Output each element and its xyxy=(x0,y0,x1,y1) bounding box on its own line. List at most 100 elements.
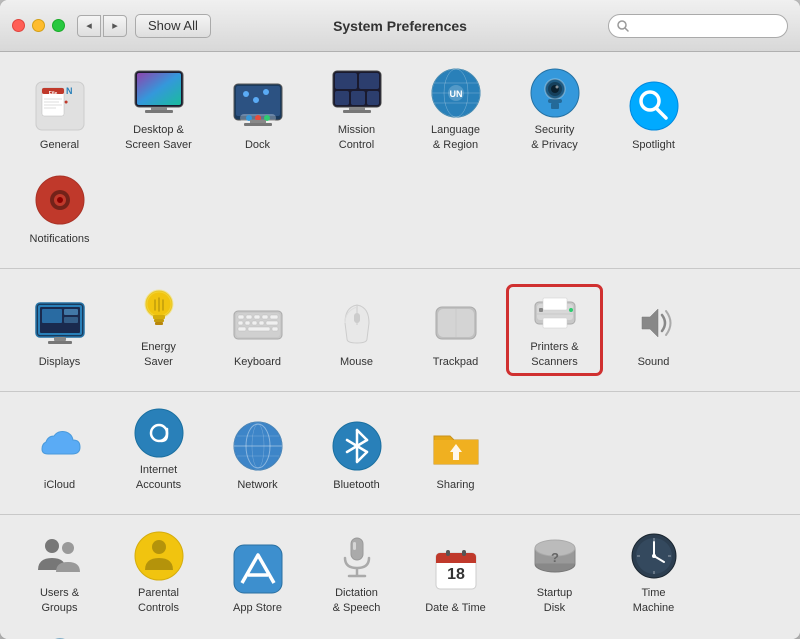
close-button[interactable] xyxy=(12,19,25,32)
pref-icon-security-privacy[interactable]: Security& Privacy xyxy=(507,68,602,158)
pref-icon-printers-scanners[interactable]: Printers &Scanners xyxy=(507,285,602,375)
printers-scanners-icon xyxy=(527,284,583,336)
mouse-label: Mouse xyxy=(340,355,373,369)
app-store-label: App Store xyxy=(233,601,282,615)
keyboard-label: Keyboard xyxy=(234,355,281,369)
users-groups-label: Users &Groups xyxy=(40,586,79,615)
pref-icon-network[interactable]: Network xyxy=(210,408,305,498)
desktop-screensaver-label: Desktop &Screen Saver xyxy=(125,123,192,152)
network-icon xyxy=(230,418,286,474)
sharing-label: Sharing xyxy=(437,478,475,492)
startup-disk-icon: ? xyxy=(527,530,583,582)
app-store-icon xyxy=(230,541,286,597)
minimize-button[interactable] xyxy=(32,19,45,32)
mission-control-icon xyxy=(329,67,385,119)
trackpad-label: Trackpad xyxy=(433,355,478,369)
nav-buttons: ◂ ▸ xyxy=(77,15,127,37)
startup-disk-label: StartupDisk xyxy=(537,586,572,615)
pref-icon-sharing[interactable]: Sharing xyxy=(408,408,503,498)
pref-icon-startup-disk[interactable]: ? StartupDisk xyxy=(507,531,602,621)
pref-icon-dictation-speech[interactable]: Dictation& Speech xyxy=(309,531,404,621)
pref-icon-displays[interactable]: Displays xyxy=(12,285,107,375)
window-title: System Preferences xyxy=(333,18,467,34)
back-button[interactable]: ◂ xyxy=(77,15,101,37)
pref-icon-parental-controls[interactable]: ParentalControls xyxy=(111,531,206,621)
icloud-icon xyxy=(32,418,88,474)
language-region-icon: UN xyxy=(428,67,484,119)
pref-icon-trackpad[interactable]: Trackpad xyxy=(408,285,503,375)
parental-controls-icon xyxy=(131,530,187,582)
svg-text:?: ? xyxy=(551,550,559,565)
pref-icon-mission-control[interactable]: MissionControl xyxy=(309,68,404,158)
pref-icon-notifications[interactable]: Notifications xyxy=(12,162,107,252)
forward-button[interactable]: ▸ xyxy=(103,15,127,37)
pref-icon-mouse[interactable]: Mouse xyxy=(309,285,404,375)
pref-icon-bluetooth[interactable]: Bluetooth xyxy=(309,408,404,498)
bluetooth-icon xyxy=(329,418,385,474)
svg-text:18: 18 xyxy=(447,566,465,583)
maximize-button[interactable] xyxy=(52,19,65,32)
desktop-screensaver-icon xyxy=(131,67,187,119)
users-groups-icon xyxy=(32,530,88,582)
svg-text:File: File xyxy=(48,91,57,97)
pref-icon-date-time[interactable]: 18 Date & Time xyxy=(408,531,503,621)
content-area: File N ● General xyxy=(0,52,800,639)
time-machine-label: TimeMachine xyxy=(633,586,675,615)
pref-icon-app-store[interactable]: App Store xyxy=(210,531,305,621)
spotlight-label: Spotlight xyxy=(632,138,675,152)
section-internet-wireless: iCloud InternetAccounts xyxy=(0,392,800,515)
sound-icon xyxy=(626,295,682,351)
mouse-icon xyxy=(329,295,385,351)
date-time-label: Date & Time xyxy=(425,601,486,615)
general-icon: File N ● xyxy=(32,78,88,134)
hardware-icons-grid: Displays xyxy=(12,285,788,375)
pref-icon-icloud[interactable]: iCloud xyxy=(12,408,107,498)
svg-text:N: N xyxy=(66,86,73,96)
pref-icon-energy-saver[interactable]: EnergySaver xyxy=(111,285,206,375)
pref-icon-sound[interactable]: Sound xyxy=(606,285,701,375)
printers-scanners-label: Printers &Scanners xyxy=(530,340,578,369)
trackpad-icon xyxy=(428,295,484,351)
pref-icon-users-groups[interactable]: Users &Groups xyxy=(12,531,107,621)
pref-icon-accessibility[interactable]: Accessibility xyxy=(12,625,107,639)
titlebar: ◂ ▸ Show All System Preferences xyxy=(0,0,800,52)
security-privacy-label: Security& Privacy xyxy=(531,123,577,152)
search-input[interactable] xyxy=(633,19,779,33)
search-bar[interactable] xyxy=(608,14,788,38)
general-label: General xyxy=(40,138,79,152)
keyboard-icon xyxy=(230,295,286,351)
dictation-speech-label: Dictation& Speech xyxy=(333,586,381,615)
pref-icon-keyboard[interactable]: Keyboard xyxy=(210,285,305,375)
notifications-icon xyxy=(32,172,88,228)
section-personal: File N ● General xyxy=(0,52,800,269)
network-label: Network xyxy=(237,478,277,492)
icloud-label: iCloud xyxy=(44,478,75,492)
pref-icon-desktop-screensaver[interactable]: Desktop &Screen Saver xyxy=(111,68,206,158)
dock-icon xyxy=(230,78,286,134)
accessibility-icon xyxy=(32,635,88,639)
pref-icon-internet-accounts[interactable]: InternetAccounts xyxy=(111,408,206,498)
internet-wireless-icons-grid: iCloud InternetAccounts xyxy=(12,408,788,498)
displays-label: Displays xyxy=(39,355,81,369)
pref-icon-spotlight[interactable]: Spotlight xyxy=(606,68,701,158)
search-icon xyxy=(617,20,629,32)
parental-controls-label: ParentalControls xyxy=(138,586,179,615)
svg-text:UN: UN xyxy=(449,89,462,99)
traffic-lights xyxy=(12,19,65,32)
section-system: Users &Groups ParentalControls xyxy=(0,515,800,639)
pref-icon-time-machine[interactable]: TimeMachine xyxy=(606,531,701,621)
energy-saver-label: EnergySaver xyxy=(141,340,176,369)
pref-icon-dock[interactable]: Dock xyxy=(210,68,305,158)
energy-saver-icon xyxy=(131,284,187,336)
dock-label: Dock xyxy=(245,138,270,152)
displays-icon xyxy=(32,295,88,351)
time-machine-icon xyxy=(626,530,682,582)
system-preferences-window: ◂ ▸ Show All System Preferences xyxy=(0,0,800,639)
internet-accounts-label: InternetAccounts xyxy=(136,463,181,492)
pref-icon-general[interactable]: File N ● General xyxy=(12,68,107,158)
security-privacy-icon xyxy=(527,67,583,119)
bluetooth-label: Bluetooth xyxy=(333,478,379,492)
show-all-button[interactable]: Show All xyxy=(135,14,211,38)
svg-text:●: ● xyxy=(64,99,68,106)
pref-icon-language-region[interactable]: UN Language& Region xyxy=(408,68,503,158)
